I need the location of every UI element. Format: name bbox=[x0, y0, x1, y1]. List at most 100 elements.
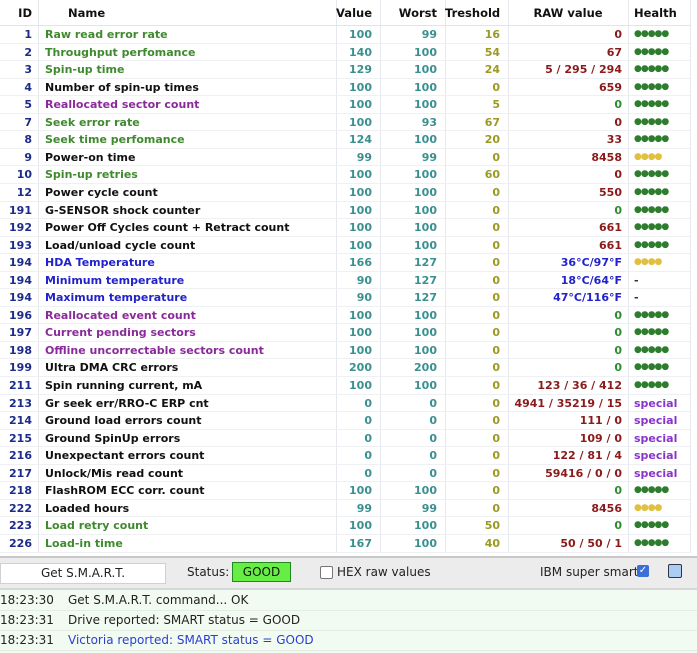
attr-raw: 123 / 36 / 412 bbox=[537, 379, 622, 392]
log-message: Victoria reported: SMART status = GOOD bbox=[68, 633, 314, 647]
table-row[interactable]: 191 G-SENSOR shock counter 100 100 0 0 ●●●●● bbox=[0, 202, 690, 220]
ibm-super-smart-label: IBM super smart: bbox=[540, 565, 643, 579]
table-row[interactable]: 194 HDA Temperature 166 127 0 36°C/97°F ●●●● bbox=[0, 254, 690, 272]
attr-value: 0 bbox=[364, 449, 372, 463]
attr-worst: 100 bbox=[414, 536, 437, 550]
status-badge: GOOD bbox=[232, 562, 291, 582]
attr-health: ●●●●● bbox=[634, 485, 669, 496]
header-worst[interactable]: Worst bbox=[380, 0, 437, 26]
attr-name: Load-in time bbox=[45, 536, 123, 550]
attr-worst: 100 bbox=[414, 308, 437, 322]
attr-worst: 200 bbox=[414, 361, 437, 375]
attr-raw: 8456 bbox=[591, 501, 622, 515]
attr-health: ●●●●● bbox=[634, 362, 669, 373]
table-row[interactable]: 226 Load-in time 167 100 40 50 / 50 / 1 ●●●●● bbox=[0, 535, 690, 553]
table-row[interactable]: 4 Number of spin-up times 100 100 0 659 ●●●●● bbox=[0, 79, 690, 97]
header-threshold[interactable]: Treshold bbox=[445, 0, 500, 26]
attr-value: 100 bbox=[349, 221, 372, 235]
attr-health: ●●●●● bbox=[634, 134, 669, 145]
attr-raw: 0 bbox=[614, 203, 622, 217]
table-row[interactable]: 7 Seek error rate 100 93 67 0 ●●●●● bbox=[0, 114, 690, 132]
header-id[interactable]: ID bbox=[0, 0, 32, 26]
header-name[interactable]: Name bbox=[68, 0, 358, 26]
attr-value: 100 bbox=[349, 80, 372, 94]
attr-threshold: 40 bbox=[484, 536, 500, 550]
attr-health: ●●●● bbox=[634, 257, 662, 268]
log-message: Drive reported: SMART status = GOOD bbox=[68, 613, 301, 627]
attr-health: ●●●●● bbox=[634, 99, 669, 110]
table-row[interactable]: 199 Ultra DMA CRC errors 200 200 0 0 ●●●●● bbox=[0, 359, 690, 378]
attr-threshold: 54 bbox=[484, 45, 500, 59]
table-row[interactable]: 211 Spin running current, mA 100 100 0 123 / … bbox=[0, 377, 690, 395]
attr-worst: 100 bbox=[414, 133, 437, 147]
table-row[interactable]: 222 Loaded hours 99 99 0 8456 ●●●● bbox=[0, 500, 690, 518]
attr-health: ●●●●● bbox=[634, 309, 669, 320]
table-row[interactable]: 196 Reallocated event count 100 100 0 0 ●●●●● bbox=[0, 307, 690, 325]
table-row[interactable]: 1 Raw read error rate 100 99 16 0 ●●●●● bbox=[0, 26, 690, 44]
attr-raw: 67 bbox=[606, 45, 622, 59]
attr-id: 7 bbox=[24, 115, 32, 129]
header-value[interactable]: Value bbox=[336, 0, 372, 26]
attr-health: ●●●●● bbox=[634, 380, 669, 390]
attr-threshold: 0 bbox=[492, 379, 500, 392]
table-row[interactable]: 12 Power cycle count 100 100 0 550 ●●●●● bbox=[0, 184, 690, 202]
table-row[interactable]: 197 Current pending sectors 100 100 0 0 ●●●●● bbox=[0, 324, 690, 342]
table-row[interactable]: 2 Throughput perfomance 140 100 54 67 ●●●●● bbox=[0, 44, 690, 62]
table-row[interactable]: 192 Power Off Cycles count + Retract coun… bbox=[0, 219, 690, 237]
table-row[interactable]: 193 Load/unload cycle count 100 100 0 661 ●●●●… bbox=[0, 237, 690, 255]
table-header: ID Name Value Worst Treshold RAW value H… bbox=[0, 0, 690, 26]
attr-value: 124 bbox=[349, 133, 372, 147]
table-row[interactable]: 214 Ground load errors count 0 0 0 111 / 0 spe… bbox=[0, 412, 690, 430]
attr-raw: 0 bbox=[614, 343, 622, 357]
table-row[interactable]: 218 FlashROM ECC corr. count 100 100 0 0 ●●●●● bbox=[0, 482, 690, 500]
table-row[interactable]: 10 Spin-up retries 100 100 60 0 ●●●●● bbox=[0, 166, 690, 184]
attr-name: Maximum temperature bbox=[45, 291, 188, 305]
attr-threshold: 0 bbox=[492, 80, 500, 94]
attr-name: Power Off Cycles count + Retract count bbox=[45, 221, 290, 235]
attr-value: 100 bbox=[349, 379, 372, 392]
table-row[interactable]: 215 Ground SpinUp errors 0 0 0 109 / 0 special bbox=[0, 430, 690, 448]
table-row[interactable]: 217 Unlock/Mis read count 0 0 0 59416 / 0 / 0… bbox=[0, 465, 690, 483]
attr-value: 0 bbox=[364, 414, 372, 428]
table-row[interactable]: 3 Spin-up time 129 100 24 5 / 295 / 294 ●●●●● bbox=[0, 61, 690, 79]
attr-threshold: 0 bbox=[492, 308, 500, 322]
attr-name: G-SENSOR shock counter bbox=[45, 203, 201, 217]
attr-value: 100 bbox=[349, 115, 372, 129]
attr-value: 100 bbox=[349, 343, 372, 357]
table-row[interactable]: 5 Reallocated sector count 100 100 5 0 ●●●●● bbox=[0, 96, 690, 114]
attr-id: 217 bbox=[9, 466, 32, 480]
table-row[interactable]: 213 Gr seek err/RRO-C ERP cnt 0 0 0 4941 / 35… bbox=[0, 395, 690, 413]
attr-value: 100 bbox=[349, 308, 372, 322]
header-health[interactable]: Health bbox=[634, 0, 690, 26]
attr-value: 100 bbox=[349, 98, 372, 112]
attr-id: 191 bbox=[9, 203, 32, 217]
attr-name: Spin-up time bbox=[45, 63, 125, 77]
table-row[interactable]: 216 Unexpectant errors count 0 0 0 122 / 81 /… bbox=[0, 447, 690, 465]
attr-id: 194 bbox=[9, 256, 32, 270]
attr-threshold: 0 bbox=[492, 361, 500, 375]
attr-value: 100 bbox=[349, 185, 372, 199]
color-square-button[interactable] bbox=[668, 564, 682, 578]
table-row[interactable]: 194 Minimum temperature 90 127 0 18°C/64°F - bbox=[0, 272, 690, 290]
attr-raw: 659 bbox=[599, 80, 622, 94]
attr-name: Power-on time bbox=[45, 150, 136, 164]
get-smart-button[interactable]: Get S.M.A.R.T. bbox=[0, 563, 166, 584]
hex-raw-label[interactable]: HEX raw values bbox=[337, 563, 431, 582]
attr-threshold: 60 bbox=[484, 168, 500, 182]
table-row[interactable]: 194 Maximum temperature 90 127 0 47°C/116°F - bbox=[0, 289, 690, 307]
attr-value: 100 bbox=[349, 519, 372, 533]
attr-worst: 100 bbox=[414, 63, 437, 77]
attr-name: Offline uncorrectable sectors count bbox=[45, 343, 264, 357]
hex-raw-checkbox[interactable] bbox=[320, 566, 333, 579]
toolbar: Get S.M.A.R.T. Status: GOOD HEX raw valu… bbox=[0, 556, 697, 590]
attr-worst: 99 bbox=[421, 28, 437, 41]
table-row[interactable]: 198 Offline uncorrectable sectors count 10… bbox=[0, 342, 690, 360]
attr-raw: 0 bbox=[614, 168, 622, 182]
table-row[interactable]: 8 Seek time perfomance 124 100 20 33 ●●●●● bbox=[0, 131, 690, 149]
table-row[interactable]: 223 Load retry count 100 100 50 0 ●●●●● bbox=[0, 517, 690, 535]
table-row[interactable]: 9 Power-on time 99 99 0 8458 ●●●● bbox=[0, 149, 690, 167]
attr-health: ●●●●● bbox=[634, 46, 669, 57]
header-raw[interactable]: RAW value bbox=[508, 0, 628, 26]
ibm-super-smart-checkbox[interactable]: ✓ bbox=[637, 565, 649, 577]
attr-raw: 0 bbox=[614, 361, 622, 375]
